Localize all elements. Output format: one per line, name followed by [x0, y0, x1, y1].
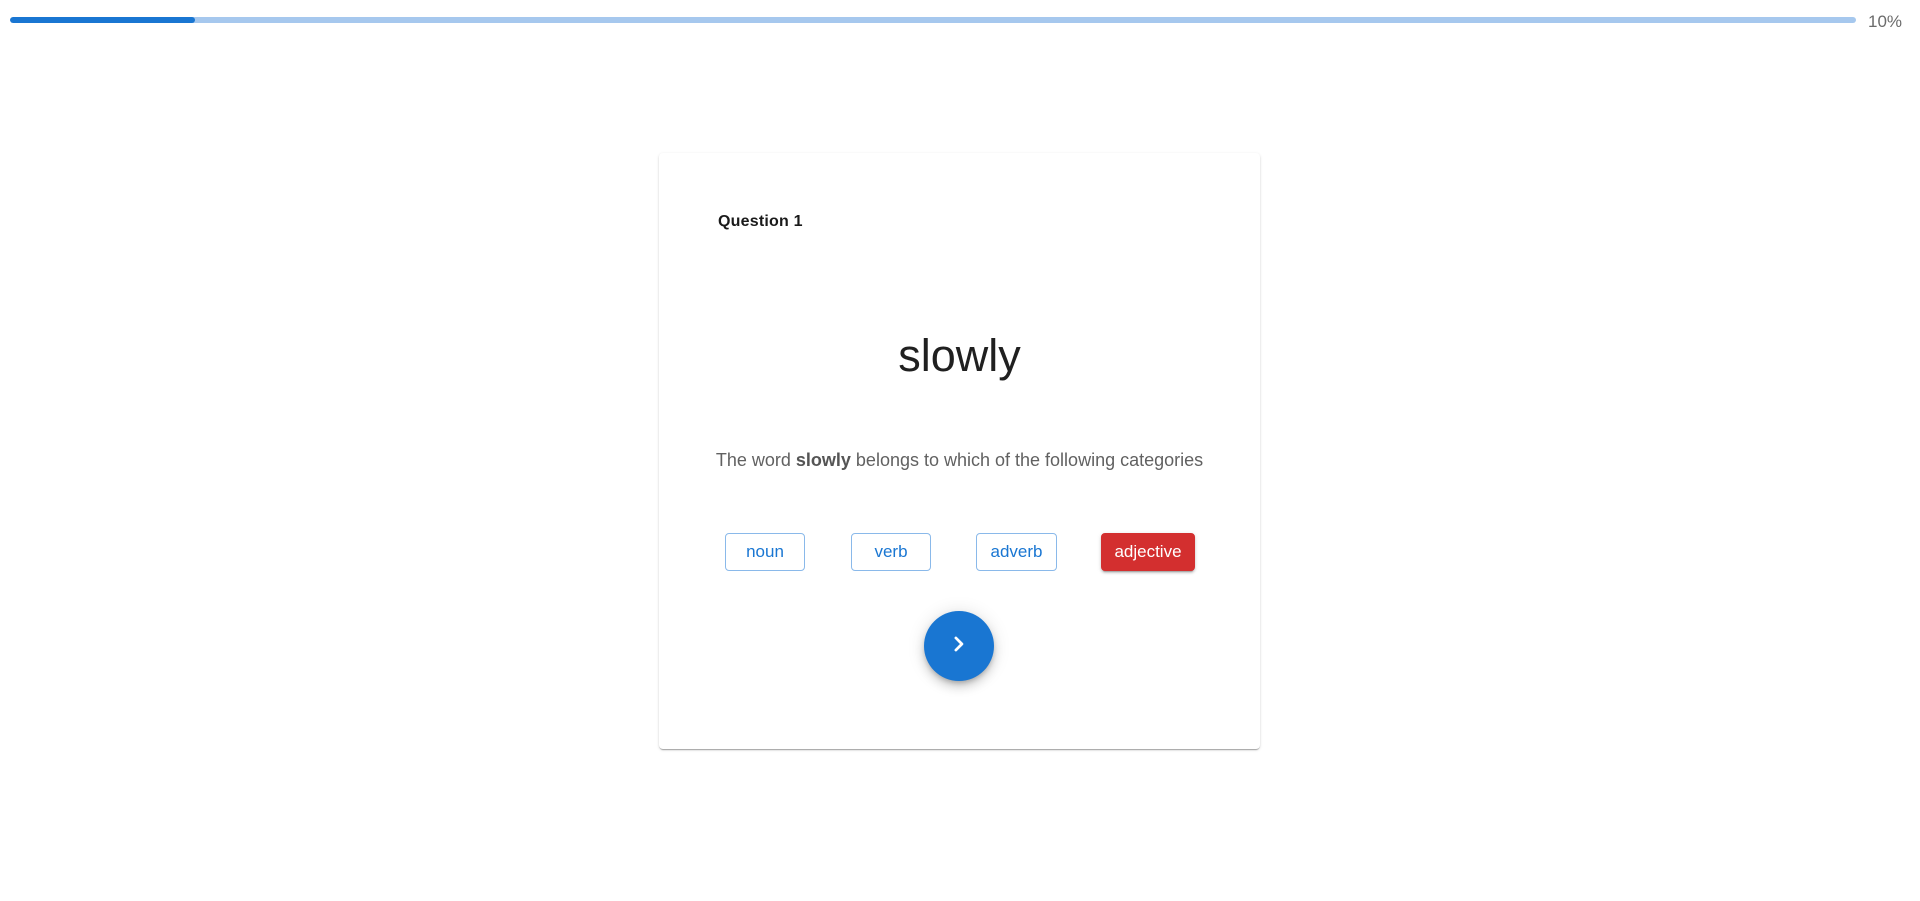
- chevron-right-icon: [948, 633, 970, 660]
- prompt-text-before: The word: [715, 450, 796, 470]
- option-verb-button[interactable]: verb: [851, 533, 931, 571]
- prompt-emphasis-word: slowly: [795, 450, 851, 470]
- option-noun-button[interactable]: noun: [725, 533, 805, 571]
- question-card: Question 1 slowly The word slowly belong…: [659, 153, 1260, 749]
- next-button[interactable]: [924, 611, 994, 681]
- question-prompt: The word slowly belongs to which of the …: [659, 450, 1260, 471]
- answer-options: noun verb adverb adjective: [659, 533, 1260, 571]
- option-adverb-button[interactable]: adverb: [976, 533, 1057, 571]
- option-adjective-button[interactable]: adjective: [1101, 533, 1195, 571]
- question-word: slowly: [898, 330, 1021, 381]
- prompt-text-after: belongs to which of the following catego…: [850, 450, 1204, 470]
- progress-bar-fill: [10, 17, 195, 23]
- question-number: Question 1: [718, 213, 803, 230]
- progress-percent: 10%: [1868, 12, 1903, 31]
- progress-bar: [10, 17, 1856, 23]
